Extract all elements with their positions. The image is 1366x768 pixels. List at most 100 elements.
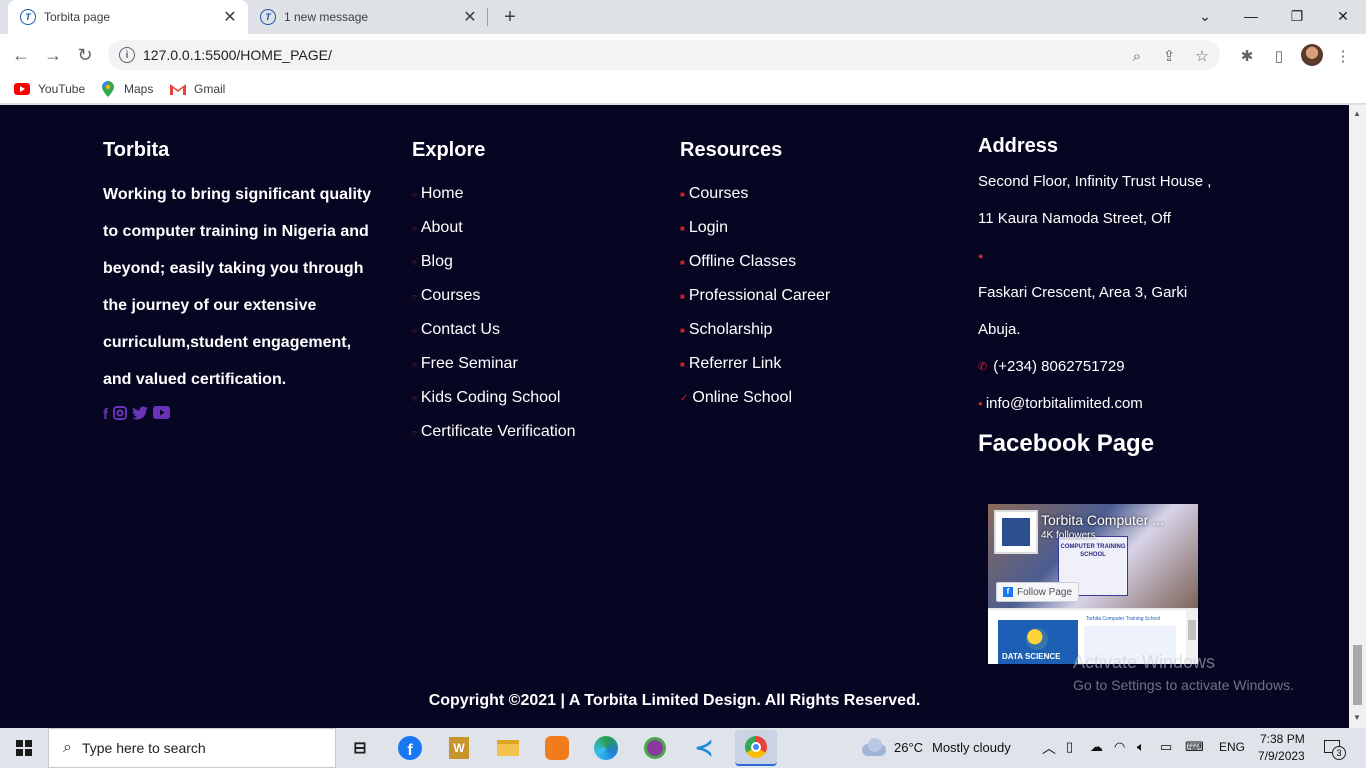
side-panel-icon[interactable]: ▯ <box>1270 47 1288 65</box>
clock-date[interactable]: 7/9/2023 <box>1258 749 1305 763</box>
explore-link-certificate[interactable]: ○ Certificate Verification <box>412 415 576 449</box>
explore-link-free-seminar[interactable]: ○ Free Seminar <box>412 347 576 381</box>
bookmark-gmail[interactable]: Gmail <box>170 82 225 96</box>
taskbar-search[interactable]: ⌕ Type here to search <box>48 728 336 768</box>
widget-scroll-thumb[interactable] <box>1188 620 1196 640</box>
app-icon[interactable] <box>639 732 671 764</box>
extensions-icon[interactable]: ✱ <box>1238 47 1256 65</box>
twitter-icon[interactable] <box>132 406 148 424</box>
activate-windows-subtitle: Go to Settings to activate Windows. <box>1073 677 1294 693</box>
scroll-up-arrow-icon[interactable]: ▲ <box>1353 109 1361 118</box>
minimize-button[interactable]: — <box>1228 0 1274 32</box>
word-app-icon[interactable]: W <box>443 732 475 764</box>
reload-button[interactable]: ↻ <box>72 42 98 68</box>
phone-icon: ✆ <box>978 361 988 373</box>
fb-page-name[interactable]: Torbita Computer ... <box>1041 512 1164 528</box>
link-label[interactable]: Kids Coding School <box>421 389 561 407</box>
tab-new-message[interactable]: T 1 new message ✕ <box>248 0 488 34</box>
battery-icon[interactable]: ▭ <box>1160 739 1172 755</box>
brand-title: Torbita <box>103 139 170 161</box>
device-icon[interactable]: ▯ <box>1066 739 1073 755</box>
explore-link-home[interactable]: ○ Home <box>412 177 576 211</box>
scroll-down-arrow-icon[interactable]: ▼ <box>1353 713 1361 722</box>
bookmark-maps[interactable]: Maps <box>100 81 153 97</box>
instagram-icon[interactable] <box>113 406 127 424</box>
youtube-icon[interactable] <box>153 406 170 424</box>
page-avatar[interactable] <box>994 510 1038 554</box>
chrome-app-icon[interactable] <box>735 730 777 766</box>
link-label[interactable]: Contact Us <box>421 321 500 339</box>
post-page-label: Torbita Computer Training School <box>1086 616 1161 622</box>
facebook-app-icon[interactable]: f <box>394 732 426 764</box>
weather-description[interactable]: Mostly cloudy <box>932 740 1011 755</box>
bookmark-star-icon[interactable]: ☆ <box>1193 47 1211 65</box>
link-label[interactable]: Blog <box>421 253 453 271</box>
forward-button[interactable]: → <box>40 42 66 68</box>
vscode-icon[interactable]: ≺ <box>688 732 720 764</box>
profile-avatar[interactable] <box>1301 44 1323 66</box>
link-label[interactable]: Referrer Link <box>689 355 781 373</box>
tab-search-chevron-icon[interactable]: ⌄ <box>1182 0 1228 32</box>
bookmark-youtube[interactable]: YouTube <box>14 82 85 96</box>
link-label[interactable]: Scholarship <box>689 321 773 339</box>
link-label[interactable]: Free Seminar <box>421 355 518 373</box>
resource-link-courses[interactable]: ■ Courses <box>680 177 830 211</box>
weather-temp[interactable]: 26°C <box>894 740 923 755</box>
brand-line: Working to bring significant quality <box>103 186 372 203</box>
site-info-icon[interactable]: i <box>119 47 135 63</box>
link-label[interactable]: Certificate Verification <box>421 423 576 441</box>
zoom-icon[interactable]: ⌕ <box>1128 47 1146 65</box>
clock-time[interactable]: 7:38 PM <box>1260 732 1305 746</box>
share-icon[interactable]: ⇪ <box>1160 47 1178 65</box>
email-address[interactable]: info@torbitalimited.com <box>986 395 1143 412</box>
resource-link-career[interactable]: ■ Professional Career <box>680 279 830 313</box>
new-tab-button[interactable]: + <box>498 5 522 29</box>
resource-link-offline[interactable]: ■ Offline Classes <box>680 245 830 279</box>
link-label[interactable]: Courses <box>421 287 481 305</box>
explore-link-courses[interactable]: ○ Courses <box>412 279 576 313</box>
page-scroll-thumb[interactable] <box>1353 645 1362 705</box>
page-scrollbar[interactable]: ▲ ▼ <box>1349 105 1366 728</box>
show-hidden-icons-chevron-icon[interactable]: ︿ <box>1042 738 1056 758</box>
back-button[interactable]: ← <box>8 42 34 68</box>
resource-link-scholarship[interactable]: ■ Scholarship <box>680 313 830 347</box>
notifications-button[interactable]: 3 <box>1322 738 1346 760</box>
link-label[interactable]: Offline Classes <box>689 253 796 271</box>
follow-page-button[interactable]: f Follow Page <box>996 582 1080 602</box>
link-label[interactable]: Professional Career <box>689 287 830 305</box>
phone-number[interactable]: (+234) 8062751729 <box>993 358 1124 375</box>
link-label[interactable]: Home <box>421 185 464 203</box>
restore-button[interactable]: ❐ <box>1274 0 1320 32</box>
link-label[interactable]: Online School <box>692 389 792 407</box>
wifi-icon[interactable]: ◠ <box>1114 739 1125 755</box>
tab-torbita-page[interactable]: T Torbita page ✕ <box>8 0 248 34</box>
close-tab-icon[interactable]: ✕ <box>460 7 480 27</box>
explore-link-about[interactable]: ○ About <box>412 211 576 245</box>
bookmark-label: YouTube <box>38 82 86 96</box>
edge-browser-icon[interactable] <box>590 732 622 764</box>
volume-icon[interactable]: 🔈︎ <box>1137 739 1145 755</box>
task-view-icon[interactable]: ⊟ <box>344 732 376 764</box>
resource-link-referrer[interactable]: ■ Referrer Link <box>680 347 830 381</box>
resource-link-login[interactable]: ■ Login <box>680 211 830 245</box>
link-label[interactable]: About <box>421 219 463 237</box>
close-tab-icon[interactable]: ✕ <box>220 7 240 27</box>
menu-kebab-icon[interactable]: ⋮ <box>1334 47 1352 65</box>
explore-link-blog[interactable]: ○ Blog <box>412 245 576 279</box>
explore-link-kids-coding[interactable]: ○ Kids Coding School <box>412 381 576 415</box>
resource-link-online[interactable]: ✓ Online School <box>680 381 830 415</box>
facebook-page-widget[interactable]: COMPUTER TRAINING SCHOOL Torbita Compute… <box>988 504 1198 664</box>
language-indicator[interactable]: ENG <box>1219 740 1245 754</box>
address-bar[interactable]: i 127.0.0.1:5500/HOME_PAGE/ <box>108 40 1220 70</box>
start-button[interactable] <box>0 728 48 768</box>
explore-link-contact[interactable]: ○ Contact Us <box>412 313 576 347</box>
link-label[interactable]: Login <box>689 219 728 237</box>
file-explorer-icon[interactable] <box>492 732 524 764</box>
uc-browser-icon[interactable] <box>541 732 573 764</box>
cloud-sync-icon[interactable]: ☁ <box>1090 739 1103 755</box>
address-url[interactable]: 127.0.0.1:5500/HOME_PAGE/ <box>143 47 1220 63</box>
keyboard-icon[interactable]: ⌨ <box>1185 739 1204 755</box>
facebook-icon[interactable]: f <box>103 406 108 424</box>
close-window-button[interactable]: ✕ <box>1320 0 1366 32</box>
link-label[interactable]: Courses <box>689 185 749 203</box>
